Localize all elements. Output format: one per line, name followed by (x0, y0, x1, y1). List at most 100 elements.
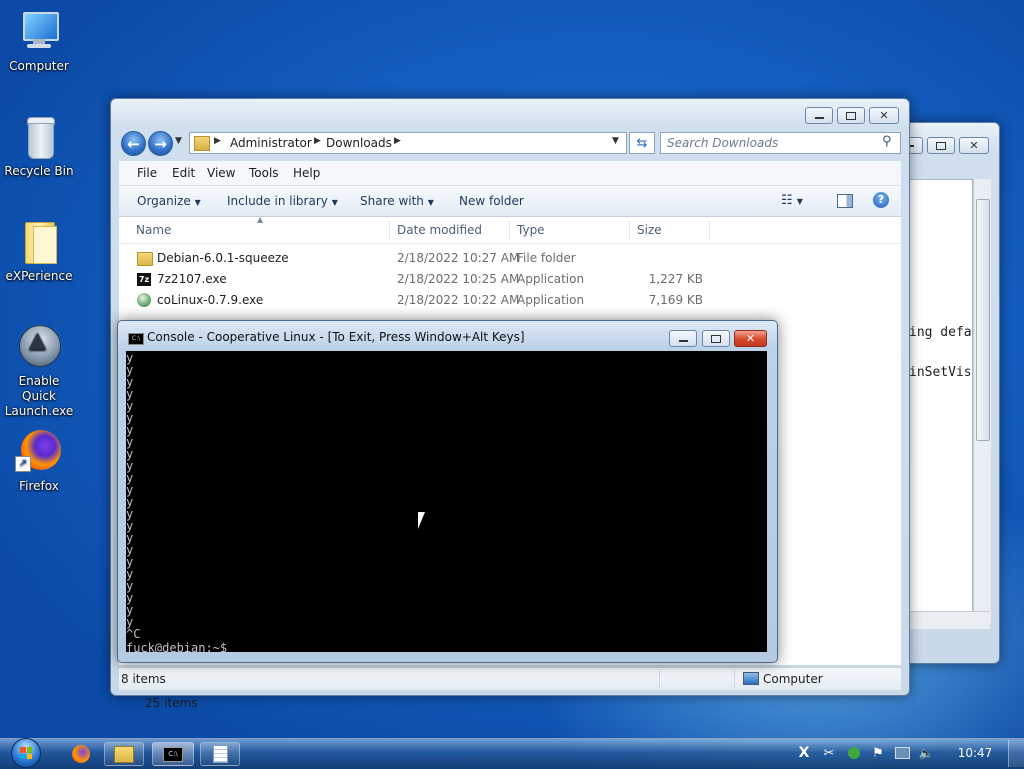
file-name: coLinux-0.7.9.exe (157, 293, 264, 307)
menu-view[interactable]: View (207, 166, 235, 180)
organize-button[interactable]: Organize ▼ (137, 186, 201, 216)
share-with-button[interactable]: Share with ▼ (360, 186, 434, 216)
desktop-icon-experience[interactable]: eXPerience (2, 218, 76, 284)
column-headers: Name ▲ Date modified Type Size (119, 215, 901, 244)
column-date-modified[interactable]: Date modified (397, 217, 482, 243)
console-close-button[interactable]: ✕ (734, 330, 767, 347)
search-input[interactable]: Search Downloads ⚲ (660, 132, 901, 154)
firefox-icon: ↗ (15, 428, 63, 476)
x-tray-icon[interactable]: X (796, 745, 812, 761)
console-line: y (126, 615, 134, 629)
folder-icon (137, 252, 153, 266)
desktop-icon-label: eXPerience (5, 269, 73, 283)
desktop-icon-firefox[interactable]: ↗ Firefox (2, 428, 76, 494)
desktop-icon-label: Computer (9, 59, 69, 73)
console-line: y (126, 531, 134, 545)
help-icon[interactable]: ? (873, 192, 889, 208)
back-close-button[interactable]: ✕ (959, 137, 989, 154)
back-maximize-button[interactable] (927, 137, 955, 154)
console-line: y (126, 567, 134, 581)
column-size[interactable]: Size (637, 217, 662, 243)
console-prompt: fuck@debian:~$ (126, 641, 228, 652)
setup-icon (137, 293, 151, 307)
file-date: 2/18/2022 10:27 AM (397, 251, 520, 265)
desktop-icon-computer[interactable]: Computer (2, 8, 76, 74)
taskbar-firefox-button[interactable] (62, 742, 100, 766)
status-location: Computer (763, 672, 823, 686)
security-tray-icon[interactable] (846, 745, 862, 761)
file-date: 2/18/2022 10:22 AM (397, 293, 520, 307)
column-type[interactable]: Type (517, 217, 545, 243)
file-name: Debian-6.0.1-squeeze (157, 251, 289, 265)
back-scroll-thumb[interactable] (976, 199, 990, 441)
breadcrumb-administrator[interactable]: Administrator (230, 136, 312, 150)
taskbar-console-button[interactable]: C:\ (152, 742, 194, 766)
console-line: y (126, 435, 134, 449)
recent-pages-chevron-icon[interactable]: ▼ (175, 136, 182, 146)
menu-tools[interactable]: Tools (249, 166, 279, 180)
menu-help[interactable]: Help (293, 166, 320, 180)
desktop-icon-label: Recycle Bin (4, 164, 74, 178)
breadcrumb-separator-icon: ▶ (394, 136, 401, 146)
console-line: y (126, 519, 134, 533)
file-type: Application (517, 272, 585, 286)
console-line: y (126, 507, 134, 521)
file-row[interactable]: coLinux-0.7.9.exe 2/18/2022 10:22 AM App… (119, 290, 901, 311)
back-arrow-icon[interactable]: ← (121, 131, 146, 156)
taskbar-notepad-button[interactable] (200, 742, 240, 766)
volume-muted-icon[interactable]: 🔈 (918, 745, 934, 761)
menu-edit[interactable]: Edit (172, 166, 195, 180)
breadcrumb-downloads[interactable]: Downloads (326, 136, 392, 150)
desktop-icon-enable-quick-launch[interactable]: ▲ Enable Quick Launch.exe (2, 323, 76, 419)
close-button[interactable]: ✕ (869, 107, 899, 124)
view-options-icon[interactable]: ☷ ▼ (781, 186, 803, 216)
console-output[interactable]: y y y y y y y y y y y y y y y y y y y y y y y ^C fuck@debian:~$ (126, 351, 767, 652)
tool-tray-icon[interactable]: ✂ (821, 745, 837, 761)
breadcrumb-separator-icon: ▶ (314, 136, 321, 146)
file-name: 7z2107.exe (157, 272, 227, 286)
back-text-area: ing defa inSetVis (908, 179, 973, 626)
menu-file[interactable]: File (137, 166, 157, 180)
back-horizontal-scrollbar[interactable] (908, 611, 990, 629)
taskbar-explorer-button[interactable] (104, 742, 144, 766)
console-title: Console - Cooperative Linux - [To Exit, … (147, 330, 525, 344)
folder-icon (194, 136, 210, 151)
network-tray-icon[interactable] (894, 745, 910, 761)
action-center-flag-icon[interactable]: ⚑ (870, 745, 886, 761)
app-icon: ▲ (15, 323, 63, 371)
forward-arrow-icon[interactable]: → (148, 131, 173, 156)
file-row[interactable]: 7z 7z2107.exe 2/18/2022 10:25 AM Applica… (119, 269, 901, 290)
minimize-button[interactable] (805, 107, 833, 124)
file-size: 1,227 KB (648, 272, 703, 286)
console-window[interactable]: C:\ Console - Cooperative Linux - [To Ex… (117, 320, 778, 663)
console-lines: y y y y y y y y y y y y y y y y y y y y y y y ^C (126, 352, 767, 640)
console-line: ^C (126, 627, 141, 641)
console-line: y (126, 471, 134, 485)
address-dropdown-icon[interactable]: ▼ (612, 136, 619, 146)
back-vertical-scrollbar[interactable] (973, 179, 991, 624)
search-icon[interactable]: ⚲ (882, 134, 892, 149)
console-minimize-button[interactable] (669, 330, 697, 347)
preview-pane-icon[interactable] (837, 194, 853, 208)
back-text-line: inSetVis (909, 365, 972, 380)
address-bar[interactable]: ▶ Administrator ▶ Downloads ▶ ▼ (189, 132, 627, 154)
console-line: y (126, 387, 134, 401)
console-maximize-button[interactable] (702, 330, 730, 347)
refresh-icon[interactable]: ⇆ (629, 132, 655, 154)
clock[interactable]: 10:47 (950, 746, 1000, 760)
include-in-library-button[interactable]: Include in library ▼ (227, 186, 338, 216)
file-size: 7,169 KB (648, 293, 703, 307)
file-row[interactable]: Debian-6.0.1-squeeze 2/18/2022 10:27 AM … (119, 248, 901, 269)
breadcrumb-separator-icon: ▶ (214, 136, 221, 146)
new-folder-button[interactable]: New folder (459, 186, 524, 216)
desktop-icon-recycle-bin[interactable]: Recycle Bin (2, 113, 76, 179)
console-line: y (126, 363, 134, 377)
status-bar: 8 items Computer (119, 667, 901, 690)
firefox-icon (72, 745, 90, 763)
maximize-button[interactable] (837, 107, 865, 124)
console-line: y (126, 351, 134, 365)
show-desktop-button[interactable] (1008, 740, 1024, 767)
computer-icon (743, 672, 759, 685)
start-button[interactable] (8, 738, 44, 768)
column-name[interactable]: Name (136, 217, 171, 243)
